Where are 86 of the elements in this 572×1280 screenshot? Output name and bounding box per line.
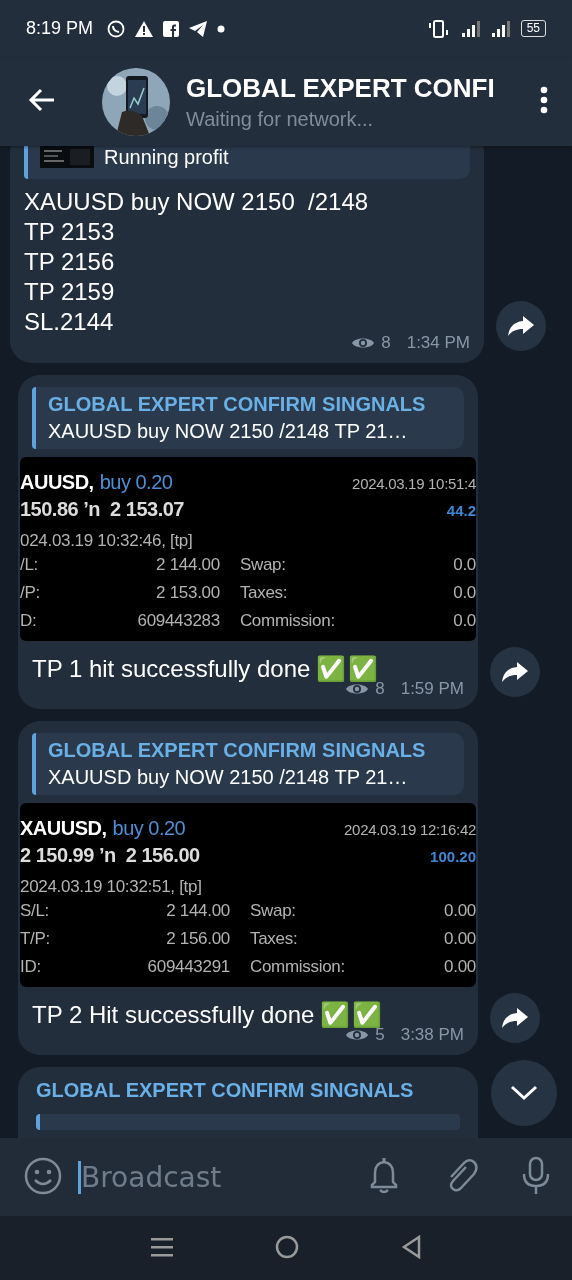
shot-value: 609443291 bbox=[146, 956, 230, 977]
trade-profit: 44.2 bbox=[446, 501, 476, 519]
channel-status: Waiting for network... bbox=[186, 107, 375, 131]
trade-symbol: AUUSD, bbox=[20, 470, 94, 494]
signal-icon bbox=[490, 19, 511, 38]
channel-title: GLOBAL EXPERT CONFI bbox=[186, 72, 496, 104]
open-time: 2024.03.19 10:32:51, [tp] bbox=[20, 876, 203, 897]
forward-button[interactable] bbox=[490, 646, 540, 697]
share-arrow-icon bbox=[507, 313, 535, 338]
message-text: TP 1 hit successfully done bbox=[32, 654, 311, 683]
shot-label: Commission: bbox=[238, 610, 336, 631]
back-button[interactable] bbox=[401, 1234, 421, 1262]
trade-symbol: XAUUSD, bbox=[20, 816, 107, 840]
reply-quote[interactable]: Running profit bbox=[24, 145, 470, 179]
forward-button[interactable] bbox=[496, 300, 546, 351]
facebook-icon bbox=[163, 20, 180, 37]
trade-prices: 2 150.99 ’n 2 156.00 bbox=[20, 843, 200, 867]
reply-text: XAUUSD buy NOW 2150 /2148 TP 21… bbox=[48, 419, 409, 443]
shot-label: Taxes: bbox=[238, 582, 289, 603]
reply-quote[interactable]: GLOBAL EXPERT CONFIRM SINGNALS XAUUSD buy NOW 2150 /2148 TP 21… bbox=[32, 732, 464, 795]
shot-label: S/L: bbox=[20, 900, 50, 921]
shot-label: Swap: bbox=[238, 554, 287, 575]
open-time: 024.03.19 10:32:46, [tp] bbox=[20, 530, 194, 551]
shot-label: Commission: bbox=[249, 956, 346, 977]
reply-sender: GLOBAL EXPERT CONFIRM SINGNALS bbox=[48, 392, 426, 416]
trade-prices: 150.86 ’n 2 153.07 bbox=[20, 497, 184, 521]
shot-label: T/P: bbox=[20, 928, 50, 949]
menu-button[interactable] bbox=[151, 1236, 173, 1260]
arrow-left-icon bbox=[28, 88, 56, 113]
bell-icon bbox=[368, 1156, 400, 1195]
shot-label: D: bbox=[20, 610, 38, 631]
shot-label: Swap: bbox=[249, 900, 297, 921]
share-arrow-icon bbox=[501, 1005, 529, 1030]
shot-value: 0.0 bbox=[453, 610, 476, 631]
message-text: XAUUSD buy NOW 2150 /2148 bbox=[24, 186, 370, 217]
view-count: 8 bbox=[381, 332, 391, 353]
message-time: 1:34 PM bbox=[406, 332, 470, 353]
reply-sender: GLOBAL EXPERT CONFIRM SINGNALS bbox=[48, 738, 426, 762]
status-time: 8:19 PM bbox=[26, 18, 94, 40]
shot-value: 2 153.00 bbox=[155, 582, 220, 603]
message-time: 1:59 PM bbox=[400, 678, 464, 699]
chevron-down-icon bbox=[510, 1084, 538, 1101]
share-arrow-icon bbox=[501, 659, 529, 684]
shot-label: ID: bbox=[20, 956, 42, 977]
message-text: TP 2153 bbox=[24, 216, 116, 247]
shot-value: 2 144.00 bbox=[165, 900, 230, 921]
triangle-icon bbox=[401, 1234, 421, 1259]
shot-value: 2 144.00 bbox=[155, 554, 220, 575]
reply-quote[interactable]: GLOBAL EXPERT CONFIRM SINGNALS XAUUSD buy NOW 2150 /2148 TP 21… bbox=[32, 386, 464, 449]
microphone-icon bbox=[522, 1155, 550, 1196]
sender-name: GLOBAL EXPERT CONFIRM SINGNALS bbox=[36, 1078, 415, 1102]
circle-icon bbox=[275, 1234, 299, 1259]
message-text: SL.2144 bbox=[24, 306, 115, 337]
message-time: 3:38 PM bbox=[400, 1024, 464, 1045]
shot-value: 2 156.00 bbox=[165, 928, 230, 949]
check-marks: ✅✅ bbox=[320, 1000, 385, 1029]
vibrate-icon bbox=[426, 19, 451, 38]
reply-text: Running profit bbox=[104, 145, 229, 169]
shot-value: 0.00 bbox=[444, 928, 476, 949]
shot-label: Taxes: bbox=[249, 928, 299, 949]
smiley-icon bbox=[24, 1156, 62, 1195]
warning-icon bbox=[135, 20, 154, 37]
dot-icon bbox=[217, 24, 226, 33]
message-text: TP 2 Hit successfully done bbox=[32, 1000, 315, 1029]
message-text: TP 2159 bbox=[24, 276, 116, 307]
battery-indicator: 55 bbox=[520, 20, 546, 38]
shot-label: /P: bbox=[20, 582, 40, 603]
more-options-icon bbox=[540, 86, 548, 115]
chat-app-icon bbox=[107, 19, 126, 38]
close-time: 2024.03.19 10:51:4 bbox=[352, 474, 476, 492]
shot-value: 609443283 bbox=[136, 610, 220, 631]
shot-value: 0.0 bbox=[453, 554, 476, 575]
forward-button[interactable] bbox=[490, 992, 540, 1043]
shot-value: 0.00 bbox=[444, 900, 476, 921]
close-time: 2024.03.19 12:16:42 bbox=[344, 820, 476, 838]
trade-profit: 100.20 bbox=[430, 847, 476, 865]
reply-text: XAUUSD buy NOW 2150 /2148 TP 21… bbox=[48, 765, 409, 789]
trade-side: buy 0.20 bbox=[99, 470, 173, 494]
paper-plane-icon bbox=[189, 20, 208, 37]
signal-icon bbox=[460, 19, 481, 38]
shot-value: 0.00 bbox=[444, 956, 476, 977]
menu-icon bbox=[151, 1236, 173, 1257]
shot-label: /L: bbox=[20, 554, 39, 575]
shot-value: 0.0 bbox=[453, 582, 476, 603]
trade-side: buy 0.20 bbox=[112, 816, 186, 840]
message-text: TP 2156 bbox=[24, 246, 116, 277]
